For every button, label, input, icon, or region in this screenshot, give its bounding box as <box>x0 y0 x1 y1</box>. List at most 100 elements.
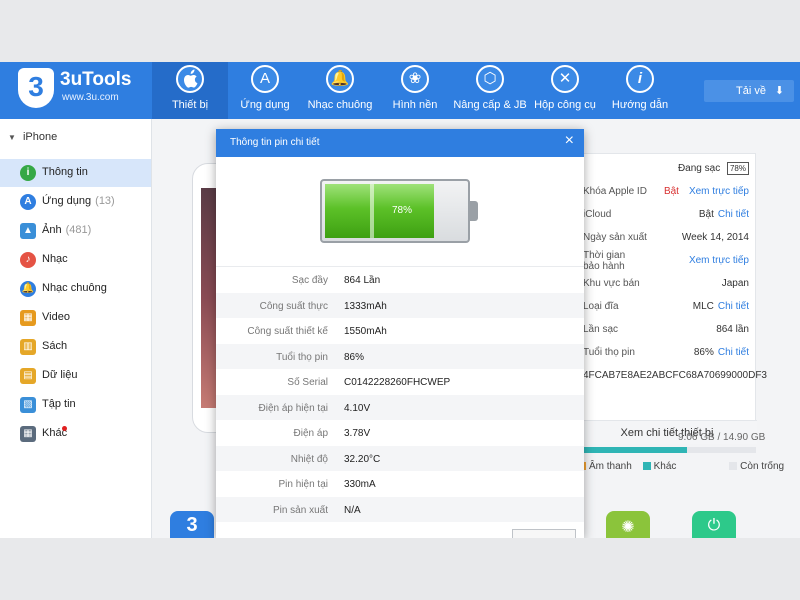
data-icon: ▤ <box>20 368 36 384</box>
sidebar-item-apps[interactable]: A Ứng dụng (13) <box>0 188 151 216</box>
dialog-key: Số Serial <box>287 377 328 388</box>
sidebar-item-label: Ảnh <box>42 224 62 236</box>
info-row-manufacture-date: Ngày sản xuất Week 14, 2014 <box>577 226 757 249</box>
info-row-charge-count: Lần sạc 864 lần <box>577 318 757 341</box>
storage-usage-text: 9.06 GB / 14.90 GB <box>678 432 766 443</box>
dialog-key: Pin hiện tại <box>278 479 328 490</box>
dialog-value: 3.78V <box>344 428 371 439</box>
app-store-icon: A <box>251 65 279 93</box>
nav-item-guide[interactable]: i Hướng dẫn <box>602 62 678 119</box>
sidebar-item-label: Video <box>42 311 70 323</box>
details-link[interactable]: Chi tiết <box>718 301 749 312</box>
info-key: Khu vực bán <box>583 278 640 289</box>
sidebar-item-files[interactable]: ▧ Tập tin <box>0 391 151 419</box>
dialog-key: Pin sản xuất <box>272 504 328 516</box>
sidebar-item-other[interactable]: ▦ Khác <box>0 420 151 448</box>
legend-label: Khác <box>653 461 677 472</box>
info-key: Khóa Apple ID <box>583 186 647 197</box>
battery-icon: 78% <box>320 179 470 243</box>
device-name: iPhone <box>22 131 58 143</box>
info-icon: i <box>626 65 654 93</box>
sidebar-item-label: Nhạc <box>42 253 68 265</box>
nav-label: Ứng dụng <box>240 99 290 111</box>
legend-label: Âm thanh <box>589 461 632 472</box>
sidebar-item-label: Thông tin <box>42 166 88 178</box>
dialog-titlebar: Thông tin pin chi tiết × <box>216 129 584 157</box>
battery-percent: 78% <box>391 205 412 216</box>
brand-site: www.3u.com <box>62 92 119 103</box>
nav-item-wallpapers[interactable]: ❀ Hình nền <box>377 62 453 119</box>
power-tool-icon[interactable]: ⏻ <box>692 511 736 538</box>
charging-row: Đang sạc 78% <box>577 156 757 179</box>
device-selector[interactable]: ▼ iPhone <box>8 131 57 143</box>
sidebar-item-video[interactable]: ▦ Video <box>0 304 151 332</box>
brand-name: 3uTools <box>60 69 132 90</box>
dialog-key: Điện áp <box>293 428 328 439</box>
legend-other: Khác <box>642 461 677 472</box>
dialog-value: 86% <box>344 351 365 363</box>
dialog-row-serial: Số Serial C0142228260FHCWEP <box>216 369 584 395</box>
dialog-key: Nhiệt độ <box>290 453 328 465</box>
dialog-value: 1333mAh <box>344 300 387 312</box>
legend-free: Còn trống <box>729 461 784 472</box>
nav-item-toolbox[interactable]: ✕ Hộp công cụ <box>527 62 603 119</box>
book-icon: ▥ <box>20 339 36 355</box>
loading-tool-icon[interactable]: ✺ <box>606 511 650 538</box>
dialog-key: Điện áp hiện tại <box>258 402 329 414</box>
nav-item-flash-jailbreak[interactable]: ⬡ Nâng cấp & JB <box>452 62 528 119</box>
sidebar-item-count: (13) <box>95 195 115 207</box>
legend-swatch <box>729 462 738 470</box>
info-value: 86% <box>693 347 714 358</box>
music-icon: ♪ <box>20 252 36 268</box>
info-key: Lần sạc <box>583 324 619 335</box>
dialog-value: C0142228260FHCWEP <box>344 377 451 388</box>
info-value: Bật <box>698 209 714 220</box>
sidebar-item-ringtones[interactable]: 🔔 Nhạc chuông <box>0 275 151 303</box>
photo-icon: ▲ <box>20 223 36 239</box>
battery-terminal <box>470 201 478 221</box>
3utools-app-icon[interactable]: 3 <box>170 511 214 538</box>
view-online-link[interactable]: Xem trực tiếp <box>689 255 749 266</box>
nav-label: Hộp công cụ <box>534 99 596 111</box>
info-row-battery-health: Tuổi thọ pin 86% Chi tiết <box>577 341 757 364</box>
bell-icon: 🔔 <box>326 65 354 93</box>
details-link[interactable]: Chi tiết <box>718 347 749 358</box>
sidebar-item-books[interactable]: ▥ Sách <box>0 333 151 361</box>
close-icon[interactable]: × <box>565 132 574 150</box>
details-link[interactable]: Chi tiết <box>718 209 749 220</box>
storage-legend: Âm thanh Khác Còn trống <box>578 461 792 472</box>
dialog-row-battery-manufacturer: Pin sản xuất N/A <box>216 496 584 522</box>
sidebar-item-label: Tập tin <box>42 398 76 410</box>
legend-label: Còn trống <box>740 461 785 472</box>
dialog-row-current-voltage: Điện áp hiện tại 4.10V <box>216 394 584 420</box>
dialog-key: Tuổi thọ pin <box>276 351 328 363</box>
dialog-row-design-capacity: Công suất thiết kế 1550mAh <box>216 318 584 344</box>
top-navigation-bar: 3 3uTools www.3u.com Thiết bị A Ứng dụng… <box>0 62 800 119</box>
device-info-card: Đang sạc 78% Khóa Apple ID Bật Xem trực t… <box>576 153 767 444</box>
logo-glyph: 3 <box>28 71 44 102</box>
dialog-title: Thông tin pin chi tiết <box>230 137 320 148</box>
nav-item-device[interactable]: Thiết bị <box>152 62 228 119</box>
sidebar-item-photos[interactable]: ▲ Ảnh (481) <box>0 217 151 245</box>
sidebar-item-data[interactable]: ▤ Dữ liệu <box>0 362 151 390</box>
download-button[interactable]: Tải về ⬇ <box>704 80 794 102</box>
view-online-link[interactable]: Xem trực tiếp <box>689 186 749 197</box>
info-row-udid: 4FCAB7E8AE2ABCFC68A70699000DF3 <box>577 364 767 387</box>
sidebar-item-label: Sách <box>42 340 68 352</box>
grid-icon: ▦ <box>20 426 36 442</box>
sidebar-item-label: Nhạc chuông <box>42 282 107 294</box>
sidebar-item-music[interactable]: ♪ Nhạc <box>0 246 151 274</box>
dialog-value: 864 Lần <box>344 275 381 286</box>
info-key: Ngày sản xuất <box>583 232 647 243</box>
battery-visual: 78% <box>216 157 584 267</box>
sidebar-item-count: (481) <box>65 224 92 236</box>
nav-item-ringtones[interactable]: 🔔 Nhạc chuông <box>302 62 378 119</box>
dialog-footer-button[interactable] <box>512 529 576 538</box>
dialog-row-battery-health: Tuổi thọ pin 86% <box>216 343 584 369</box>
dialog-key: Sạc đầy <box>291 275 328 286</box>
legend-audio: Âm thanh <box>578 461 632 472</box>
battery-badge: 78% <box>726 162 749 175</box>
dialog-row-actual-capacity: Công suất thực 1333mAh <box>216 292 584 318</box>
sidebar-item-info[interactable]: i Thông tin <box>0 159 151 187</box>
nav-item-apps[interactable]: A Ứng dụng <box>227 62 303 119</box>
